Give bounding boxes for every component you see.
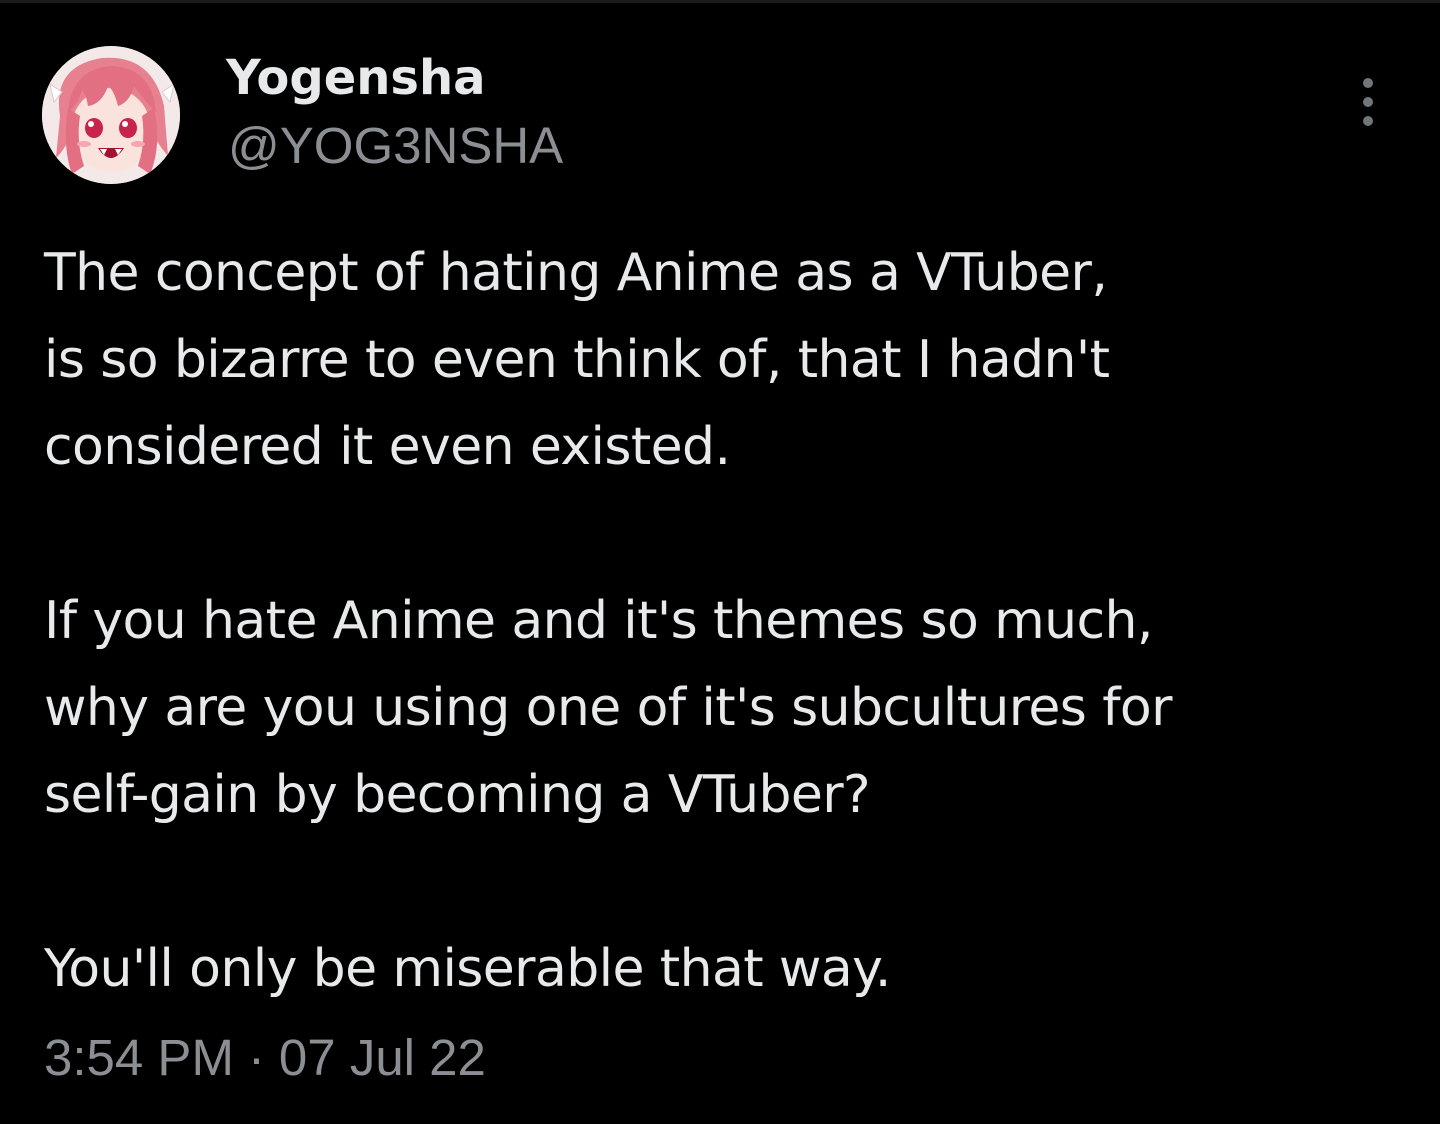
tweet-line: self-gain by becoming a VTuber?	[44, 765, 871, 825]
tweet-time: 3:54 PM	[44, 1029, 234, 1086]
tweet-card: Yogensha @YOG3NSHA The concept of hating…	[0, 0, 1440, 1124]
tweet-line: is so bizarre to even think of, that I h…	[44, 330, 1110, 390]
more-options-button[interactable]	[1348, 74, 1388, 130]
tweet-line: You'll only be miserable that way.	[44, 939, 891, 999]
tweet-line: The concept of hating Anime as a VTuber,	[44, 243, 1108, 303]
tweet-line: why are you using one of it's subculture…	[44, 678, 1173, 738]
tweet-text: The concept of hating Anime as a VTuber,…	[44, 230, 1414, 1013]
more-vertical-icon	[1363, 97, 1373, 107]
anime-girl-avatar-icon	[42, 46, 180, 184]
tweet-line: If you hate Anime and it's themes so muc…	[44, 591, 1153, 651]
tweet-paragraph: You'll only be miserable that way.	[44, 926, 1414, 1013]
author-handle[interactable]: @YOG3NSHA	[228, 118, 563, 174]
tweet-line: considered it even existed.	[44, 417, 731, 477]
more-vertical-icon	[1363, 78, 1373, 88]
author-display-name[interactable]: Yogensha	[226, 50, 486, 106]
tweet-paragraph: If you hate Anime and it's themes so muc…	[44, 578, 1414, 839]
timestamp-separator: ·	[247, 1029, 265, 1086]
tweet-paragraph: The concept of hating Anime as a VTuber,…	[44, 230, 1414, 491]
tweet-timestamp[interactable]: 3:54 PM · 07 Jul 22	[44, 1028, 486, 1088]
top-divider	[0, 0, 1440, 3]
more-vertical-icon	[1363, 116, 1373, 126]
tweet-date: 07 Jul 22	[278, 1029, 486, 1086]
avatar[interactable]	[42, 46, 180, 184]
